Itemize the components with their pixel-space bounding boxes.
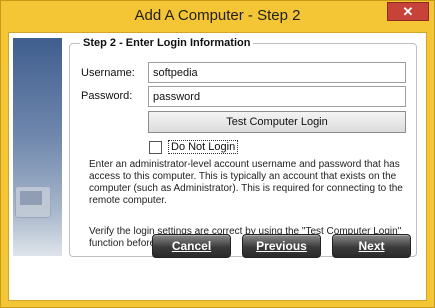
side-banner (13, 38, 62, 256)
window-title: Add A Computer - Step 2 (134, 7, 301, 24)
do-not-login-checkbox[interactable] (149, 141, 162, 154)
help-text-primary: Enter an administrator-level account use… (89, 159, 403, 206)
do-not-login-label[interactable]: Do Not Login (168, 140, 239, 154)
test-computer-login-button[interactable]: Test Computer Login (148, 111, 406, 133)
group-legend: Step 2 - Enter Login Information (80, 37, 254, 49)
username-label: Username: (81, 67, 135, 79)
previous-button[interactable]: Previous (242, 234, 321, 258)
dialog-body: Step 2 - Enter Login Information Usernam… (8, 32, 427, 301)
computer-graphic-icon (15, 186, 51, 218)
next-button[interactable]: Next (332, 234, 411, 258)
title-bar[interactable]: Add A Computer - Step 2 ✕ (1, 1, 434, 33)
username-field[interactable] (148, 62, 406, 83)
cancel-button[interactable]: Cancel (152, 234, 231, 258)
password-field[interactable] (148, 86, 406, 107)
dialog-window: Add A Computer - Step 2 ✕ Step 2 - Enter… (0, 0, 435, 308)
close-icon: ✕ (402, 4, 414, 19)
close-button[interactable]: ✕ (387, 2, 429, 21)
password-label: Password: (81, 90, 133, 102)
